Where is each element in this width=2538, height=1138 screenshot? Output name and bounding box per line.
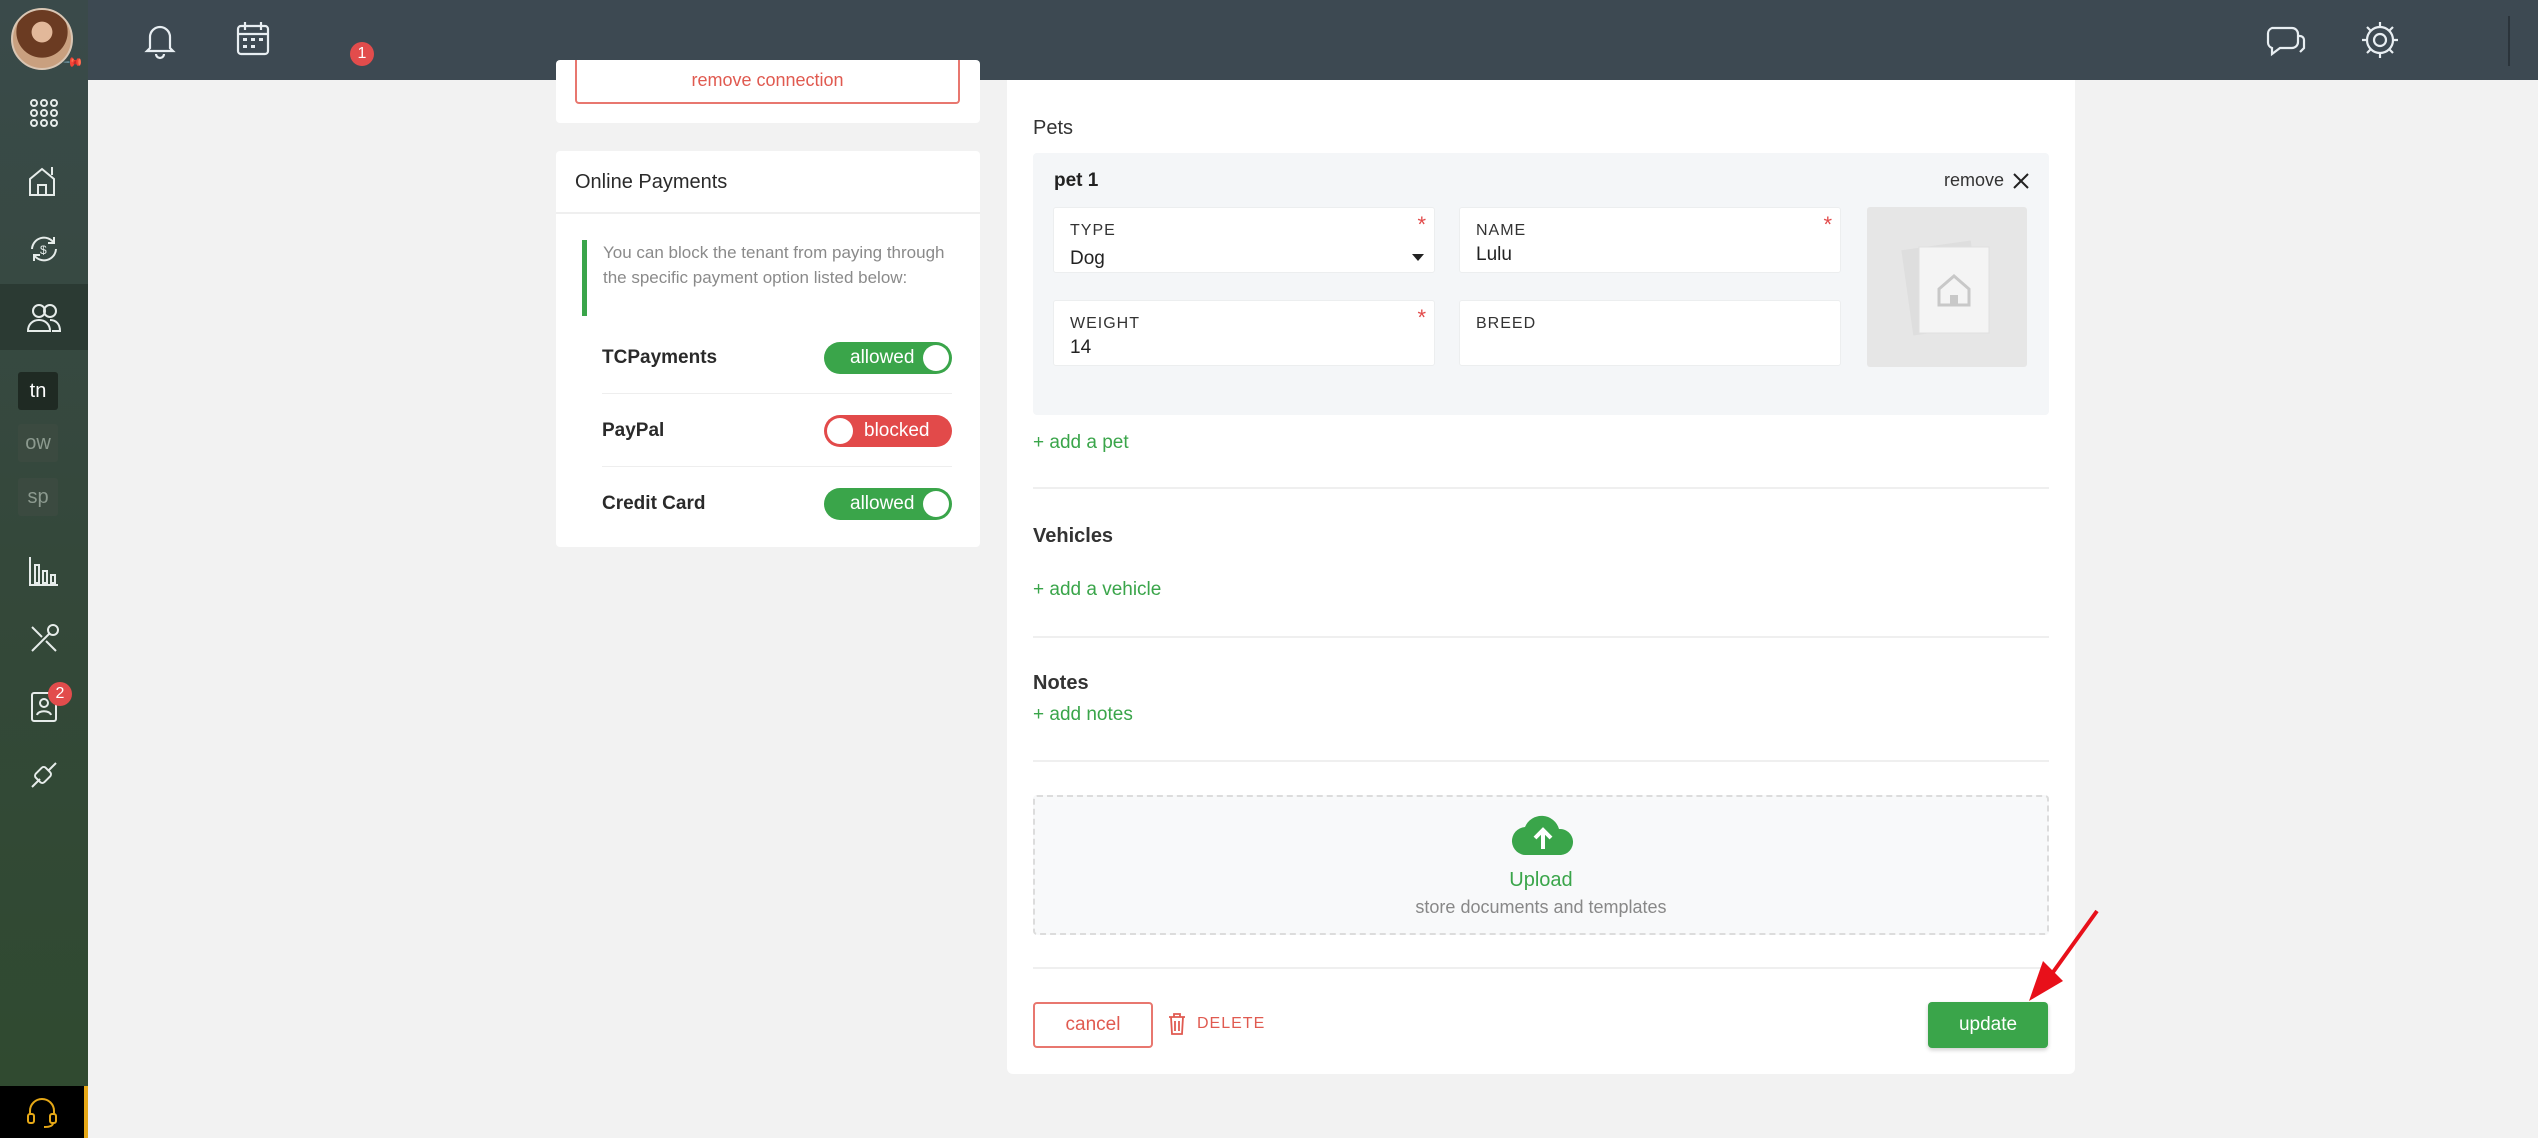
divider <box>556 212 980 214</box>
toggle-knob <box>923 344 949 371</box>
toggle-status: allowed <box>850 493 915 514</box>
required-marker: * <box>1417 212 1426 237</box>
apps-grid-icon[interactable] <box>0 80 88 146</box>
sidebar-item-tn[interactable]: tn <box>18 372 58 410</box>
update-button[interactable]: update <box>1928 1002 2048 1048</box>
delete-button[interactable]: DELETE <box>1167 1012 1265 1036</box>
payment-option-label: TCPayments <box>602 346 718 368</box>
red-arrow-annotation <box>2029 909 2099 1001</box>
payment-option-tcpayments: TCPayments allowed <box>602 322 952 394</box>
support-headset-icon[interactable] <box>0 1086 88 1138</box>
image-placeholder-icon <box>1901 240 1990 336</box>
upload-subtitle: store documents and templates <box>1415 897 1667 917</box>
toggle-knob <box>923 491 949 517</box>
tenants-icon[interactable] <box>0 284 88 350</box>
svg-text:$: $ <box>40 243 47 257</box>
divider <box>1033 760 2049 762</box>
pet-name-label: NAME <box>1476 222 1527 239</box>
cancel-button[interactable]: cancel <box>1033 1002 1153 1048</box>
cloud-upload-icon <box>1511 815 1574 856</box>
upload-dropzone[interactable]: Upload store documents and templates <box>1033 795 2049 935</box>
payments-cycle-icon[interactable]: $ <box>0 216 88 282</box>
pet-name-value: Lulu <box>1476 244 1512 265</box>
toggle-status: allowed <box>850 346 915 368</box>
notes-section-title: Notes <box>1033 672 1089 694</box>
top-bar: 1 <box>88 0 2538 80</box>
pet-weight-value: 14 <box>1070 337 1092 358</box>
trash-icon <box>1169 1013 1185 1035</box>
divider <box>1033 636 2049 638</box>
paypal-toggle[interactable]: blocked <box>824 414 952 447</box>
vehicles-section-title: Vehicles <box>1033 525 1114 547</box>
pet-type-label: TYPE <box>1070 222 1116 239</box>
sidebar-item-ow[interactable]: ow <box>18 424 58 462</box>
divider <box>1033 967 2049 969</box>
pet-weight-label: WEIGHT <box>1070 315 1140 332</box>
remove-connection-button[interactable]: remove connection <box>575 60 960 104</box>
reports-chart-icon[interactable] <box>0 538 88 604</box>
pet-name-field[interactable]: NAME * Lulu <box>1459 207 1841 273</box>
upload-title: Upload <box>1509 869 1573 891</box>
add-vehicle-link[interactable]: + add a vehicle <box>1033 579 1161 601</box>
pet-type-value: Dog <box>1070 248 1105 269</box>
properties-icon[interactable] <box>0 148 88 214</box>
contacts-badge: 2 <box>48 682 72 706</box>
toggle-knob <box>827 417 853 444</box>
topbar-divider <box>2508 16 2510 66</box>
required-marker: * <box>1417 305 1426 330</box>
remove-pet-label: remove <box>1944 170 2005 190</box>
add-notes-link[interactable]: + add notes <box>1033 704 1133 726</box>
pet-weight-field[interactable]: WEIGHT * 14 <box>1053 300 1435 366</box>
payment-option-label: Credit Card <box>602 493 706 514</box>
pet-type-select[interactable]: TYPE * Dog <box>1053 207 1435 273</box>
payment-option-paypal: PayPal blocked <box>602 395 952 467</box>
add-pet-link[interactable]: + add a pet <box>1033 432 1129 454</box>
pet-breed-label: BREED <box>1476 315 1537 332</box>
chevron-down-icon <box>1412 254 1424 261</box>
online-payments-note: You can block the tenant from paying thr… <box>582 240 950 316</box>
sidebar: 📌 $ tn ow sp 2 <box>0 0 88 1138</box>
bell-icon[interactable] <box>138 18 182 62</box>
pet-breed-field[interactable]: BREED <box>1459 300 1841 366</box>
delete-label: DELETE <box>1197 1015 1266 1032</box>
tcpayments-toggle[interactable]: allowed <box>824 341 952 374</box>
contacts-icon[interactable] <box>0 674 88 740</box>
maintenance-tools-icon[interactable] <box>0 606 88 672</box>
chat-icon[interactable] <box>2264 18 2308 62</box>
online-payments-title: Online Payments <box>575 171 728 193</box>
gear-icon[interactable] <box>2358 18 2402 62</box>
pets-section-title: Pets <box>1033 117 1074 139</box>
pet-photo-placeholder[interactable] <box>1867 207 2027 367</box>
close-icon <box>2013 172 2029 189</box>
calendar-badge: 1 <box>350 42 374 66</box>
divider <box>1033 487 2049 489</box>
credit-card-toggle[interactable]: allowed <box>824 488 952 520</box>
integrations-icon[interactable] <box>0 742 88 808</box>
remove-pet-button[interactable]: remove <box>1944 170 2030 191</box>
payment-option-credit-card: Credit Card allowed <box>602 468 952 540</box>
payment-option-label: PayPal <box>602 419 665 441</box>
sidebar-item-sp[interactable]: sp <box>18 478 58 516</box>
calendar-icon[interactable] <box>232 18 276 62</box>
pet-name: pet 1 <box>1054 170 1099 191</box>
required-marker: * <box>1823 212 1832 237</box>
toggle-status: blocked <box>864 419 930 441</box>
